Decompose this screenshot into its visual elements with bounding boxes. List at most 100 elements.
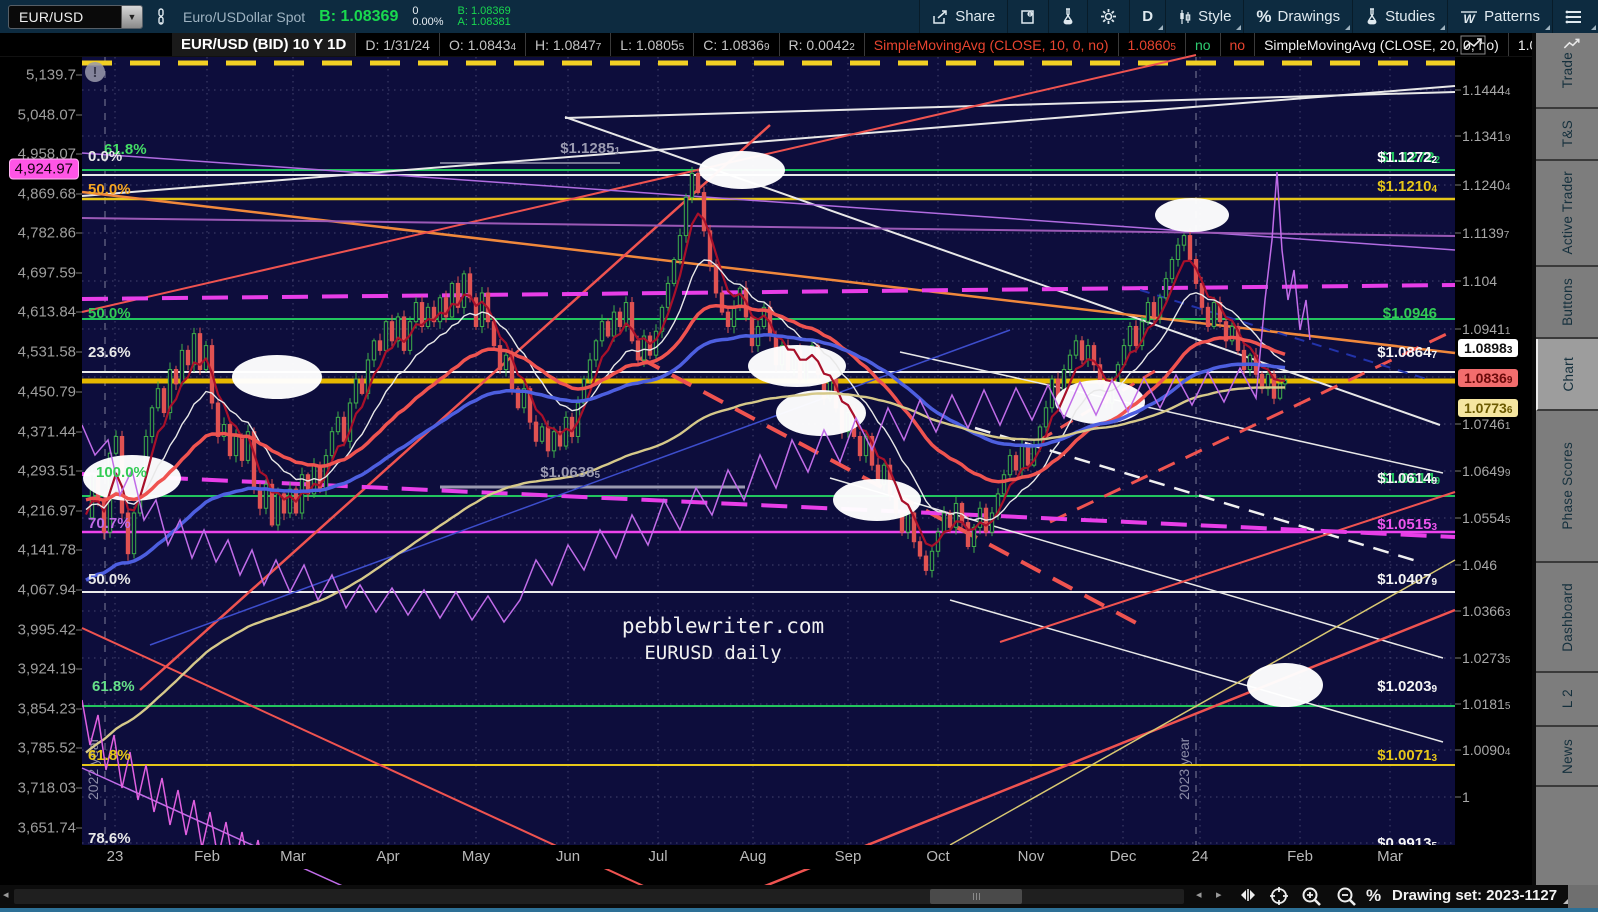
studies-button[interactable]: Studies	[1352, 0, 1447, 33]
fib-retracement-label: 100.0%	[96, 464, 147, 481]
symbol-input[interactable]: EUR/USD	[9, 9, 121, 25]
pattern-w-icon: W	[1461, 10, 1478, 25]
left-axis-label: 5,139.7	[25, 66, 76, 84]
sidebar-tab-label: News	[1559, 738, 1575, 774]
chart-header-strip: EUR/USD (BID) 10 Y 1D D: 1/31/24 O: 1.0843…	[0, 33, 1597, 57]
sidebar-filler	[1536, 787, 1598, 885]
chart-header-cell: C: 1.0836 9	[694, 33, 780, 56]
left-axis-label: 4,216.97	[17, 502, 76, 520]
crosshair-target-icon[interactable]	[1268, 886, 1292, 907]
right-axis-label: 1.104	[1462, 273, 1498, 289]
price-level-label: $1.06149	[1380, 470, 1440, 487]
chart-header-cell: H: 1.0847 7	[526, 33, 612, 56]
chart-plot-area[interactable]: 2022 year 2023 year 61.8% 0.0% 50.0% 50.0% 23.…	[0, 0, 1532, 885]
gadget-sidebar: Trade T&S Active Trader Buttons Chart Phase S…	[1532, 33, 1598, 885]
bid-small: B: 1.08369	[457, 4, 511, 17]
share-button[interactable]: Share	[919, 0, 1007, 33]
chart-restore-icon[interactable]	[1460, 35, 1486, 55]
fit-width-icon[interactable]	[1237, 886, 1261, 907]
month-label: Aug	[739, 848, 767, 865]
dropdown-corner-icon	[1345, 25, 1351, 30]
left-axis-label: 4,067.94	[17, 581, 76, 599]
price-level-label: $1.08647	[1377, 344, 1437, 361]
sidebar-tab-l-2[interactable]: L 2	[1536, 673, 1598, 727]
chart-header-cell: R: 0.0042 2	[780, 33, 865, 56]
sidebar-tab-news[interactable]: News	[1536, 727, 1598, 787]
symbol-description: Euro/USDollar Spot	[183, 8, 306, 25]
fib-retracement-label: 50.0%	[88, 181, 131, 198]
sidebar-tab-chart[interactable]: Chart	[1536, 339, 1598, 411]
chart-scrollbar-track[interactable]	[14, 889, 1184, 904]
pan-right-arrow[interactable]: ▸	[1216, 888, 1222, 901]
zoom-out-icon[interactable]	[1335, 886, 1359, 907]
sidebar-tab-buttons[interactable]: Buttons	[1536, 267, 1598, 339]
right-axis-label: 1.14444	[1462, 82, 1511, 98]
sidebar-tab-label: Chart	[1560, 356, 1576, 392]
sidebar-tab-t-s[interactable]: T&S	[1536, 109, 1598, 161]
dropdown-corner-icon	[1440, 25, 1446, 30]
symbol-selector[interactable]: EUR/USD ▼	[8, 4, 143, 29]
sidebar-tab-dashboard[interactable]: Dashboard	[1536, 563, 1598, 673]
drawing-set-selector[interactable]: Drawing set: 2023-1127	[1392, 887, 1570, 904]
left-axis-label: 4,697.59	[17, 264, 76, 282]
month-label: Apr	[376, 848, 400, 865]
moving-average-lines	[82, 171, 1311, 845]
drawings-button[interactable]: % Drawings	[1243, 0, 1352, 33]
month-label: Sep	[834, 848, 862, 865]
month-label: Jul	[648, 848, 668, 865]
window-bottom-edge	[0, 908, 1598, 912]
chart-scrollbar-thumb[interactable]	[930, 889, 1022, 904]
chart-header-cell[interactable]: no	[1221, 33, 1256, 56]
chart-header-cell: O: 1.0843 4	[440, 33, 526, 56]
patterns-button[interactable]: W Patterns	[1447, 0, 1552, 33]
chart-header-cell[interactable]: SimpleMovingAvg (CLOSE, 10, 0, no)	[865, 33, 1119, 56]
notes-button[interactable]: i	[1007, 0, 1048, 33]
trading-app-window: EUR/USD ▼ Euro/USDollar Spot B: 1.08369 …	[0, 0, 1598, 912]
scroll-left-arrow[interactable]: ◂	[3, 888, 9, 901]
restore-panel-icon[interactable]	[1560, 36, 1586, 54]
left-price-axis: 5,139.7 5,048.07 4,958.07 4,869.68 4,782.86 4…	[0, 57, 82, 885]
fib-retracement-label: 50.0%	[88, 571, 131, 588]
axis-price-bubble: 1.08983	[1458, 339, 1519, 357]
price-level-label: $1.04079	[1377, 571, 1437, 588]
menu-button[interactable]	[1552, 0, 1598, 33]
price-level-label: $1.12104	[1377, 178, 1437, 195]
settings-button[interactable]	[1087, 0, 1129, 33]
drawings-label: Drawings	[1277, 8, 1341, 25]
dropdown-corner-icon	[1236, 25, 1242, 30]
top-toolbar: EUR/USD ▼ Euro/USDollar Spot B: 1.08369 …	[0, 0, 1598, 33]
analyze-button[interactable]	[1048, 0, 1087, 33]
left-axis-label: 4,613.84	[17, 303, 76, 321]
axis-price-bubble: 1.08369	[1458, 369, 1519, 387]
left-axis-label: 4,293.51	[17, 462, 76, 480]
price-level-label: $1.06385	[540, 464, 600, 481]
left-axis-label: 4,782.86	[17, 224, 76, 242]
ask-small: A: 1.08381	[457, 15, 511, 28]
chart-header-cell[interactable]: 1.0860 5	[1119, 33, 1186, 56]
sidebar-tab-active-trader[interactable]: Active Trader	[1536, 161, 1598, 267]
right-axis-label: 1.01815	[1462, 696, 1511, 712]
pan-left-arrow[interactable]: ◂	[1196, 888, 1202, 901]
year-marker-label: 2023 year	[1176, 737, 1192, 800]
month-label: May	[461, 848, 491, 865]
watermark-line2: EURUSD daily	[644, 642, 781, 664]
month-label: Mar	[280, 848, 306, 865]
watermark-line1: pebblewriter.com	[622, 614, 824, 638]
bottom-bar-endcap	[1568, 885, 1598, 908]
sidebar-tab-label: L 2	[1559, 689, 1575, 709]
link-chart-icon[interactable]	[149, 5, 173, 29]
symbol-dropdown-icon[interactable]: ▼	[121, 5, 142, 28]
price-chart[interactable]: 2022 year 2023 year61.8%0.0%50.0%50.0%23.…	[0, 0, 1532, 885]
price-level-label: $1.12722	[1380, 149, 1440, 166]
timeframe-button[interactable]: D	[1129, 0, 1165, 33]
month-label: 24	[1191, 848, 1209, 865]
hamburger-menu-icon	[1565, 10, 1581, 23]
percent-zoom-icon[interactable]: %	[1366, 886, 1390, 907]
style-button[interactable]: Style	[1165, 0, 1243, 33]
fib-retracement-label: 23.6%	[88, 344, 131, 361]
zoom-in-icon[interactable]	[1300, 886, 1324, 907]
fib-retracement-label: 61.8%	[92, 678, 135, 695]
fib-retracement-label: 61.8%	[104, 141, 147, 158]
sidebar-tab-phase-scores[interactable]: Phase Scores	[1536, 411, 1598, 563]
price-level-label: $1.00713	[1377, 747, 1437, 764]
